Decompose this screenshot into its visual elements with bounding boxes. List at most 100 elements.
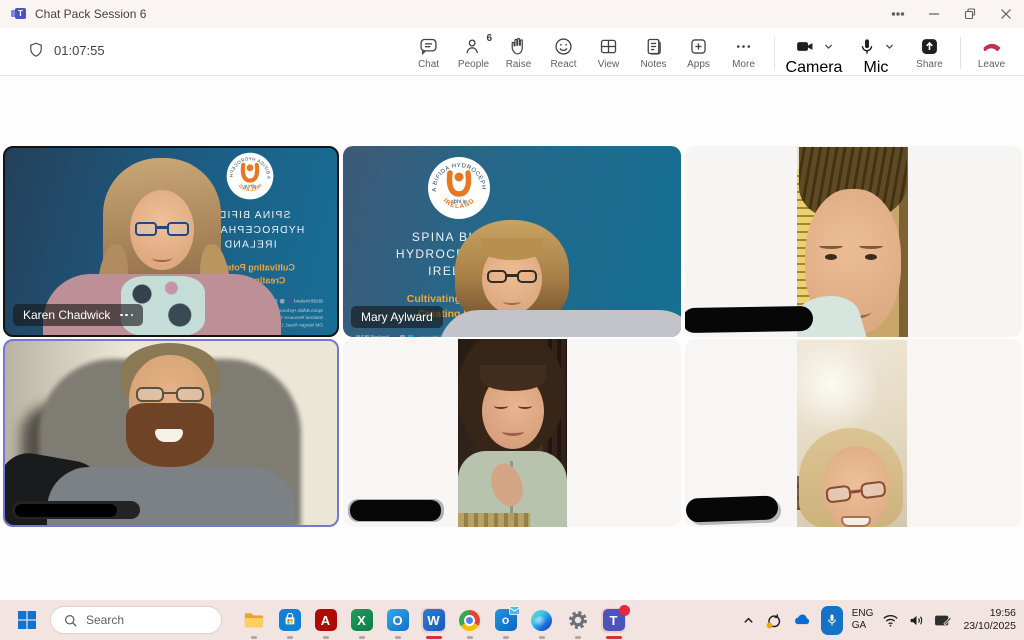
language-indicator[interactable]: ENG GA bbox=[852, 608, 874, 632]
meeting-timer: 01:07:55 bbox=[27, 41, 105, 59]
shield-icon bbox=[27, 41, 45, 59]
person-beard bbox=[126, 403, 214, 467]
mic-icon bbox=[857, 36, 877, 57]
video-tile-participant-4-active-speaker[interactable] bbox=[3, 339, 339, 527]
leave-button[interactable]: Leave bbox=[969, 31, 1014, 70]
start-button[interactable] bbox=[14, 608, 39, 633]
chrome-icon bbox=[459, 610, 480, 631]
participant-name-label: Mary Aylward bbox=[351, 306, 443, 328]
minimize-button[interactable] bbox=[916, 0, 952, 28]
raise-hand-button[interactable]: Raise bbox=[496, 31, 541, 70]
pen-display-icon[interactable] bbox=[934, 613, 952, 628]
titlebar-more-icon[interactable] bbox=[880, 0, 916, 28]
taskbar-acrobat[interactable]: A bbox=[313, 608, 338, 633]
taskbar-edge[interactable] bbox=[529, 608, 554, 633]
taskbar-search[interactable]: Search bbox=[50, 606, 222, 634]
person-eye bbox=[865, 254, 877, 260]
mic-button[interactable]: Mic bbox=[845, 31, 907, 77]
onedrive-cloud-icon[interactable] bbox=[792, 610, 812, 630]
video-tile-participant-3[interactable] bbox=[685, 146, 1022, 337]
taskbar-excel[interactable]: X bbox=[349, 608, 374, 633]
camera-icon bbox=[794, 36, 816, 57]
person-eye bbox=[825, 254, 837, 260]
taskbar-teams-active[interactable]: T bbox=[601, 608, 626, 633]
mic-chevron-icon[interactable] bbox=[884, 41, 895, 52]
tray-sync-icon[interactable] bbox=[764, 611, 783, 630]
notes-button[interactable]: Notes bbox=[631, 31, 676, 70]
settings-gear-icon bbox=[567, 609, 589, 631]
redacted-name-label bbox=[350, 500, 441, 521]
view-icon bbox=[598, 36, 619, 57]
volume-icon[interactable] bbox=[908, 613, 925, 628]
taskbar-chrome[interactable] bbox=[457, 608, 482, 633]
tray-mic-in-use-icon[interactable] bbox=[821, 606, 843, 635]
restore-button[interactable] bbox=[952, 0, 988, 28]
person-smile bbox=[152, 254, 172, 262]
more-button[interactable]: More bbox=[721, 31, 766, 70]
taskbar-microsoft-store[interactable] bbox=[277, 608, 302, 633]
word-icon: W bbox=[423, 609, 445, 631]
windows-taskbar: Search A X O bbox=[0, 600, 1024, 640]
close-button[interactable] bbox=[988, 0, 1024, 28]
outlook-icon: O bbox=[387, 609, 409, 631]
person-smile bbox=[155, 429, 183, 442]
share-button[interactable]: Share bbox=[907, 31, 952, 70]
video-tile-mary-aylward[interactable]: SPINA BIFIDA HYDROCEPHALUS IRELAND sbhi.… bbox=[343, 146, 681, 337]
camera-button[interactable]: Camera bbox=[783, 31, 845, 77]
portrait-video bbox=[458, 339, 567, 527]
taskbar-word-active[interactable]: W bbox=[421, 608, 446, 633]
person-glasses bbox=[135, 222, 189, 237]
wifi-icon[interactable] bbox=[882, 613, 899, 628]
view-button[interactable]: View bbox=[586, 31, 631, 70]
person-smile bbox=[503, 298, 521, 305]
svg-text:sbhi.ie: sbhi.ie bbox=[243, 183, 256, 188]
raise-hand-icon bbox=[508, 36, 529, 57]
video-tile-participant-6[interactable] bbox=[685, 339, 1022, 527]
redacted-name-label bbox=[686, 495, 779, 522]
redacted-name-label bbox=[685, 306, 813, 333]
participant-name-label: Karen Chadwick bbox=[13, 304, 143, 326]
taskbar-outlook-new[interactable]: o bbox=[493, 608, 518, 633]
edge-icon bbox=[531, 610, 552, 631]
react-button[interactable]: React bbox=[541, 31, 586, 70]
notes-icon bbox=[643, 36, 664, 57]
video-tile-karen-chadwick[interactable]: SPINA BIFIDA HYDROCEPHALUS IRELAND sbhi.… bbox=[3, 146, 339, 337]
chat-button[interactable]: Chat bbox=[406, 31, 451, 70]
video-tile-participant-5[interactable] bbox=[343, 339, 681, 527]
microsoft-store-icon bbox=[279, 609, 301, 631]
chat-icon bbox=[418, 36, 439, 57]
person-smile bbox=[841, 516, 871, 527]
notification-badge bbox=[619, 605, 630, 616]
leave-icon bbox=[981, 36, 1003, 57]
tray-chevron-up-icon[interactable] bbox=[742, 614, 755, 627]
windows-logo-icon bbox=[17, 610, 37, 630]
person-torso bbox=[439, 310, 681, 337]
redacted-name-label bbox=[12, 501, 140, 519]
person-hair bbox=[481, 238, 543, 260]
teams-icon: T bbox=[603, 609, 625, 631]
blanket bbox=[458, 513, 530, 527]
taskbar-outlook[interactable]: O bbox=[385, 608, 410, 633]
portrait-video bbox=[797, 147, 908, 337]
apps-button[interactable]: Apps bbox=[676, 31, 721, 70]
toolbar-divider bbox=[960, 37, 961, 69]
excel-icon: X bbox=[351, 609, 373, 631]
camera-chevron-icon[interactable] bbox=[823, 41, 834, 52]
tray-clock[interactable]: 19:56 23/10/2025 bbox=[963, 607, 1016, 633]
video-grid: SPINA BIFIDA HYDROCEPHALUS IRELAND sbhi.… bbox=[0, 77, 1024, 600]
meeting-toolbar: 01:07:55 Chat 6 People Raise React bbox=[0, 28, 1024, 76]
taskbar-file-explorer[interactable] bbox=[241, 608, 266, 633]
participant-more-icon[interactable] bbox=[120, 314, 133, 317]
people-button[interactable]: 6 People bbox=[451, 31, 496, 70]
taskbar-settings[interactable] bbox=[565, 608, 590, 633]
toolbar-divider bbox=[774, 37, 775, 69]
person-eye bbox=[518, 403, 532, 409]
person-smile bbox=[502, 427, 524, 436]
teams-meeting-window: T Chat Pack Session 6 01:07:55 bbox=[0, 0, 1024, 640]
person-glasses bbox=[136, 387, 204, 403]
background-light bbox=[797, 340, 877, 440]
apps-icon bbox=[688, 36, 709, 57]
portrait-video bbox=[797, 340, 907, 527]
person-brow bbox=[859, 243, 883, 249]
file-explorer-icon bbox=[243, 609, 265, 631]
